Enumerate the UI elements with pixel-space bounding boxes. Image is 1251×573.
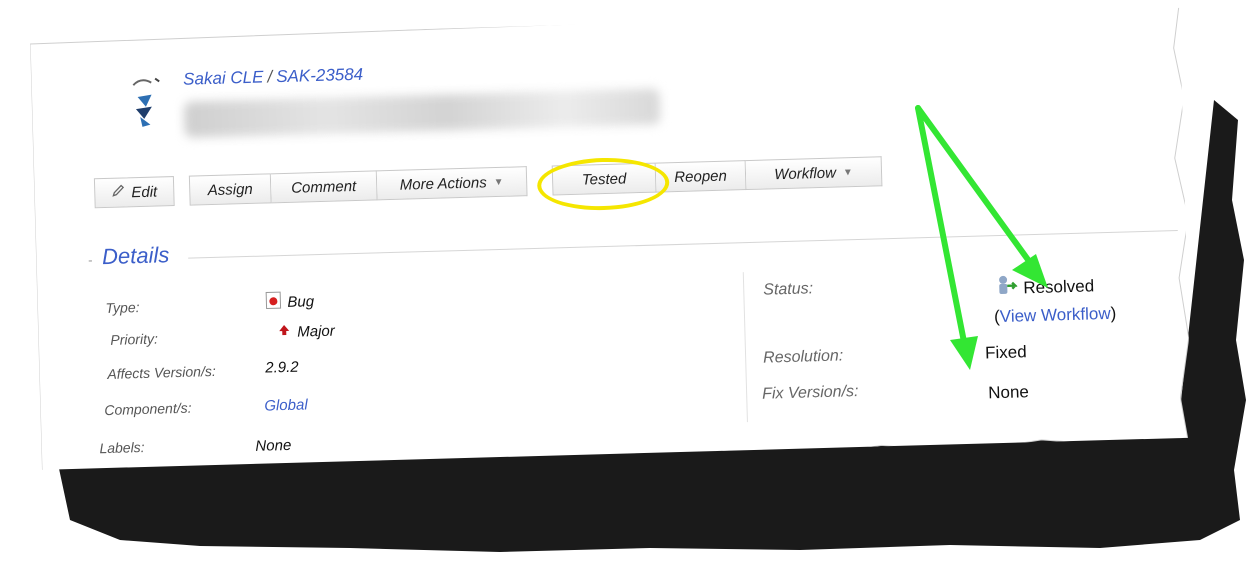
arrowhead-status-icon: [1012, 254, 1048, 288]
annotation-arrows: [915, 105, 1048, 370]
arrowhead-resolution-icon: [950, 336, 978, 370]
